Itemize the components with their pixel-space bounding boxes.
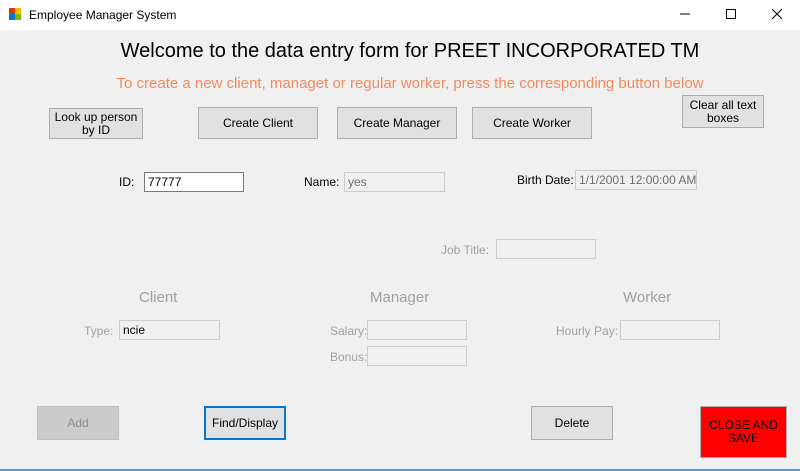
worker-heading: Worker bbox=[623, 289, 672, 306]
page-title: Welcome to the data entry form for PREET… bbox=[120, 40, 700, 62]
name-label: Name: bbox=[304, 175, 340, 189]
salary-field[interactable] bbox=[367, 320, 467, 340]
lookup-by-id-button[interactable]: Look up person by ID bbox=[49, 108, 143, 139]
window-title: Employee Manager System bbox=[29, 8, 177, 22]
delete-button[interactable]: Delete bbox=[531, 406, 613, 440]
minimize-icon bbox=[680, 8, 690, 22]
hourly-pay-field[interactable] bbox=[620, 320, 720, 340]
close-icon bbox=[771, 8, 783, 22]
salary-label: Salary: bbox=[330, 324, 368, 338]
job-title-label: Job Title: bbox=[441, 243, 490, 257]
client-type-field[interactable]: ncie bbox=[119, 320, 220, 340]
page-subtitle: To create a new client, managet or regul… bbox=[116, 75, 704, 92]
name-field[interactable]: yes bbox=[344, 172, 445, 192]
bonus-field[interactable] bbox=[367, 346, 467, 366]
app-icon bbox=[9, 8, 21, 20]
client-type-label: Type: bbox=[84, 324, 114, 338]
manager-heading: Manager bbox=[370, 289, 430, 306]
job-title-field[interactable] bbox=[496, 239, 596, 259]
bonus-label: Bonus: bbox=[330, 350, 368, 364]
maximize-icon bbox=[726, 8, 736, 22]
maximize-button[interactable] bbox=[708, 0, 754, 30]
add-button[interactable]: Add bbox=[37, 406, 119, 440]
id-field[interactable]: 77777 bbox=[144, 172, 244, 192]
hourly-pay-label: Hourly Pay: bbox=[556, 324, 619, 338]
client-heading: Client bbox=[139, 289, 178, 306]
clear-text-boxes-button[interactable]: Clear all text boxes bbox=[682, 95, 764, 128]
title-bar: Employee Manager System bbox=[0, 0, 800, 30]
close-and-save-button[interactable]: CLOSE AND SAVE bbox=[700, 406, 787, 458]
id-label: ID: bbox=[119, 175, 135, 189]
create-client-button[interactable]: Create Client bbox=[198, 107, 318, 139]
birth-date-field[interactable]: 1/1/2001 12:00:00 AM bbox=[575, 170, 697, 190]
birth-date-label: Birth Date: bbox=[517, 173, 574, 187]
create-worker-button[interactable]: Create Worker bbox=[472, 107, 592, 139]
create-manager-button[interactable]: Create Manager bbox=[337, 107, 457, 139]
find-display-button[interactable]: Find/Display bbox=[204, 406, 286, 440]
close-window-button[interactable] bbox=[754, 0, 800, 30]
minimize-button[interactable] bbox=[662, 0, 708, 30]
